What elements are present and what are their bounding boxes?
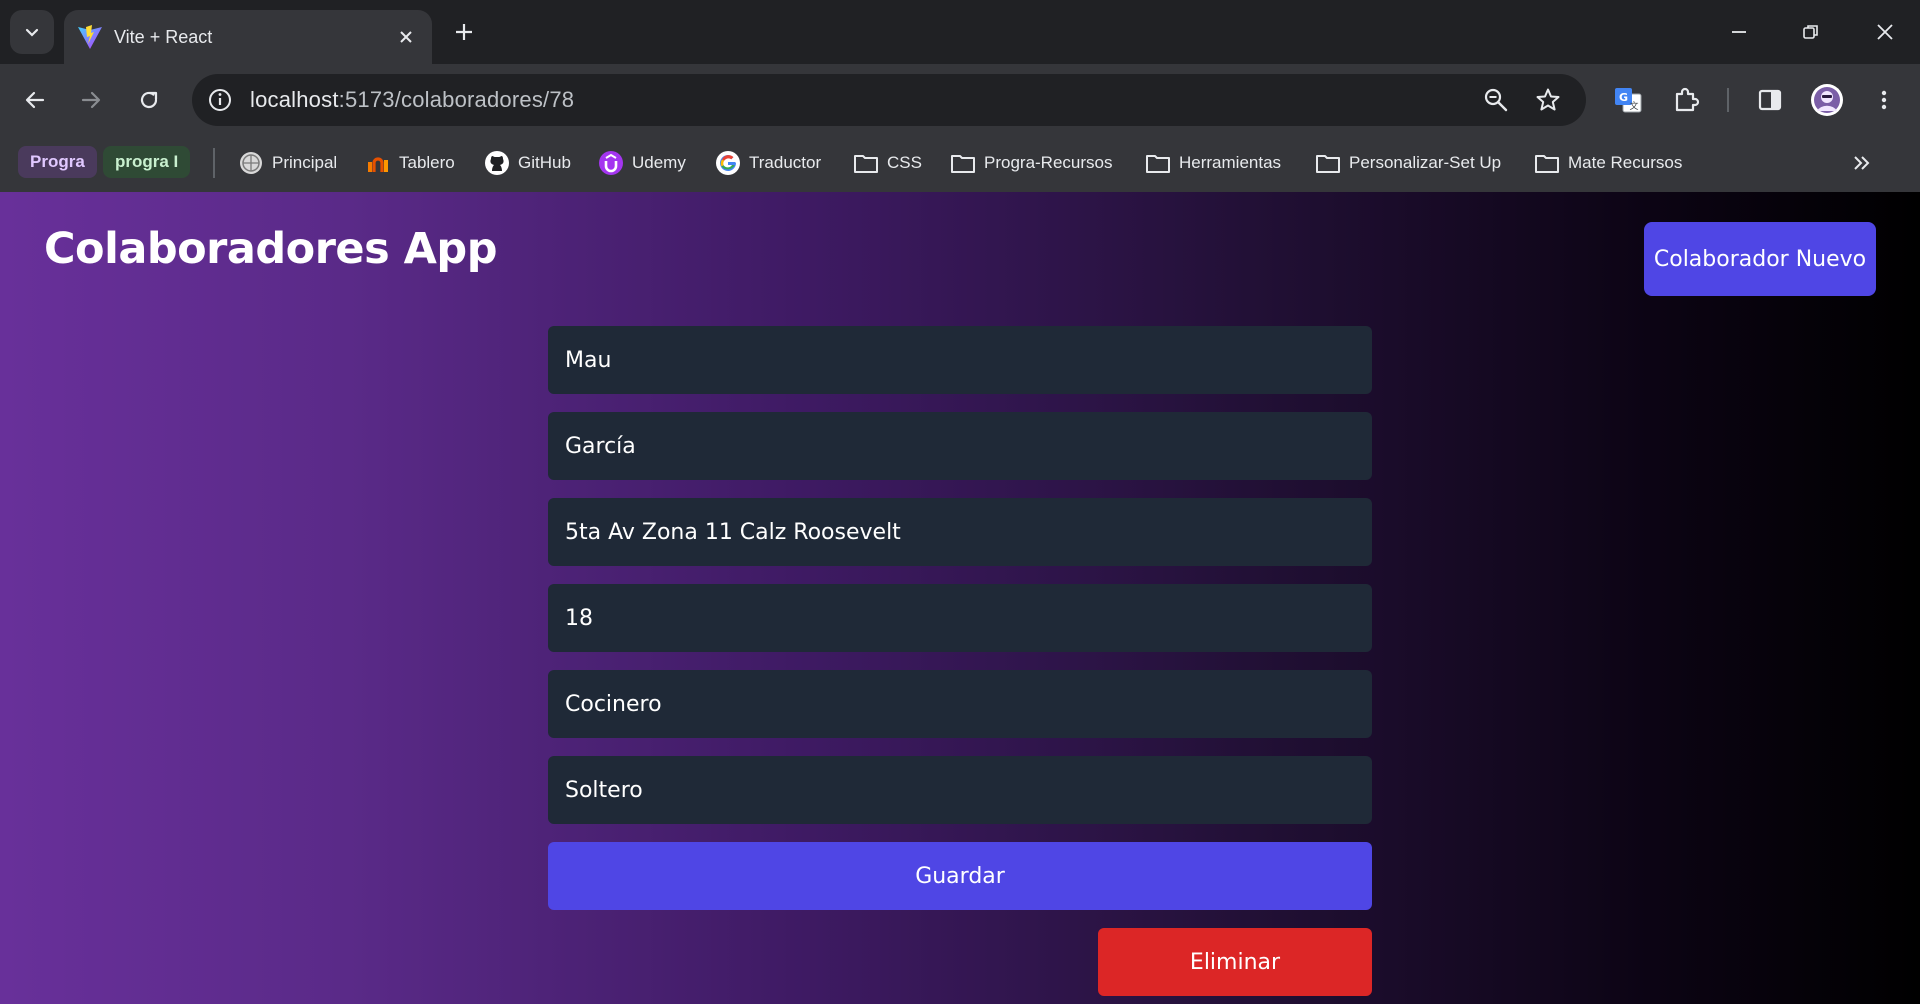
bookmark-label: Progra-Recursos (984, 153, 1113, 172)
bookmark-label: CSS (887, 153, 922, 172)
apellido-input[interactable] (548, 412, 1372, 480)
bookmark-label: Personalizar-Set Up (1349, 153, 1502, 172)
avatar (1811, 84, 1843, 116)
site-info-icon[interactable] (202, 82, 238, 118)
bookmark-udemy[interactable]: Udemy (598, 145, 686, 181)
globe-icon (238, 150, 264, 176)
folder-icon (950, 150, 976, 176)
estado-civil-input[interactable] (548, 756, 1372, 824)
minimize-button[interactable] (1711, 8, 1767, 56)
address-bar[interactable]: localhost:5173/colaboradores/78 (192, 74, 1586, 126)
svg-text:G: G (1619, 91, 1628, 104)
udemy-icon (598, 150, 624, 176)
bookmarks-overflow-button[interactable] (1850, 145, 1874, 181)
bookmarks-divider (213, 148, 215, 178)
close-icon (400, 31, 412, 43)
bookmark-label: Traductor (749, 153, 822, 172)
restore-button[interactable] (1783, 8, 1839, 56)
bookmarks-bar: Progra progra I Principal Tablero GitHub… (0, 136, 1920, 192)
bookmark-principal[interactable]: Principal (238, 145, 337, 181)
arrow-left-icon (25, 91, 45, 109)
profile-button[interactable] (1805, 78, 1849, 122)
delete-button[interactable]: Eliminar (1098, 928, 1372, 996)
new-colaborador-button[interactable]: Colaborador Nuevo (1644, 222, 1876, 296)
save-button[interactable]: Guardar (548, 842, 1372, 910)
toolbar-divider (1727, 88, 1729, 112)
folder-icon (853, 150, 879, 176)
side-panel-icon (1758, 89, 1782, 111)
close-tab-button[interactable] (392, 23, 420, 51)
github-icon (484, 150, 510, 176)
bookmark-folder-progra-recursos[interactable]: Progra-Recursos (950, 145, 1113, 181)
bookmark-folder-personalizar-set-up[interactable]: Personalizar-Set Up (1315, 145, 1501, 181)
translate-icon: G 文 (1615, 88, 1642, 113)
chrome-menu-button[interactable] (1862, 78, 1906, 122)
folder-icon (1315, 150, 1341, 176)
bookmark-tablero[interactable]: Tablero (365, 145, 455, 181)
star-icon (1536, 88, 1560, 111)
bookmark-github[interactable]: GitHub (484, 145, 571, 181)
bookmark-label: Mate Recursos (1568, 153, 1683, 172)
bookmark-label: GitHub (518, 153, 571, 172)
bookmark-folder-herramientas[interactable]: Herramientas (1145, 145, 1281, 181)
bookmark-group-label: progra I (115, 152, 179, 171)
back-button[interactable] (13, 78, 57, 122)
plus-icon (456, 24, 472, 40)
edad-input[interactable] (548, 584, 1372, 652)
colaborador-form: Guardar Eliminar (548, 326, 1372, 996)
bookmark-folder-css[interactable]: CSS (853, 145, 922, 181)
bookmark-group-progra-i[interactable]: progra I (103, 146, 191, 178)
folder-icon (1145, 150, 1171, 176)
restore-icon (1803, 25, 1818, 39)
google-translate-extension[interactable]: G 文 (1606, 78, 1650, 122)
google-icon (715, 150, 741, 176)
vite-icon (76, 23, 104, 51)
extensions-button[interactable] (1664, 78, 1708, 122)
page-content: Colaboradores App Colaborador Nuevo Guar… (0, 192, 1920, 1004)
bookmark-label: Udemy (632, 153, 686, 172)
url-host: localhost (250, 87, 339, 112)
bookmark-traductor[interactable]: Traductor (715, 145, 821, 181)
bookmark-folder-mate-recursos[interactable]: Mate Recursos (1534, 145, 1682, 181)
new-tab-button[interactable] (446, 12, 482, 52)
puesto-input[interactable] (548, 670, 1372, 738)
arrow-right-icon (81, 91, 101, 109)
reload-icon (140, 91, 158, 109)
bookmark-group-label: Progra (30, 152, 85, 171)
chevron-down-icon (25, 28, 39, 37)
folder-icon (1534, 150, 1560, 176)
bookmark-group-progra[interactable]: Progra (18, 146, 97, 178)
direccion-input[interactable] (548, 498, 1372, 566)
bookmark-label: Tablero (399, 153, 455, 172)
close-icon (1877, 24, 1893, 40)
side-panel-button[interactable] (1748, 78, 1792, 122)
zoom-out-icon (1484, 88, 1508, 112)
url-path: :5173/colaboradores/78 (338, 87, 575, 112)
tablero-icon (365, 150, 391, 176)
zoom-button[interactable] (1478, 82, 1514, 118)
tab-search-button[interactable] (10, 10, 54, 54)
bookmark-star-button[interactable] (1530, 82, 1566, 118)
close-window-button[interactable] (1857, 8, 1913, 56)
browser-tab[interactable]: Vite + React (64, 10, 432, 64)
tab-title: Vite + React (114, 26, 213, 47)
nombre-input[interactable] (548, 326, 1372, 394)
forward-button[interactable] (69, 78, 113, 122)
url-text[interactable]: localhost:5173/colaboradores/78 (250, 87, 574, 113)
chevron-double-right-icon (1854, 156, 1870, 170)
more-vert-icon (1881, 90, 1887, 110)
browser-toolbar: localhost:5173/colaboradores/78 G 文 (0, 64, 1920, 136)
bookmark-label: Herramientas (1179, 153, 1282, 172)
page-title: Colaboradores App (44, 224, 498, 274)
bookmark-label: Principal (272, 153, 338, 172)
svg-text:文: 文 (1629, 100, 1638, 112)
puzzle-icon (1675, 87, 1700, 112)
reload-button[interactable] (127, 78, 171, 122)
tab-strip: Vite + React (0, 0, 1920, 64)
minimize-icon (1732, 31, 1746, 33)
